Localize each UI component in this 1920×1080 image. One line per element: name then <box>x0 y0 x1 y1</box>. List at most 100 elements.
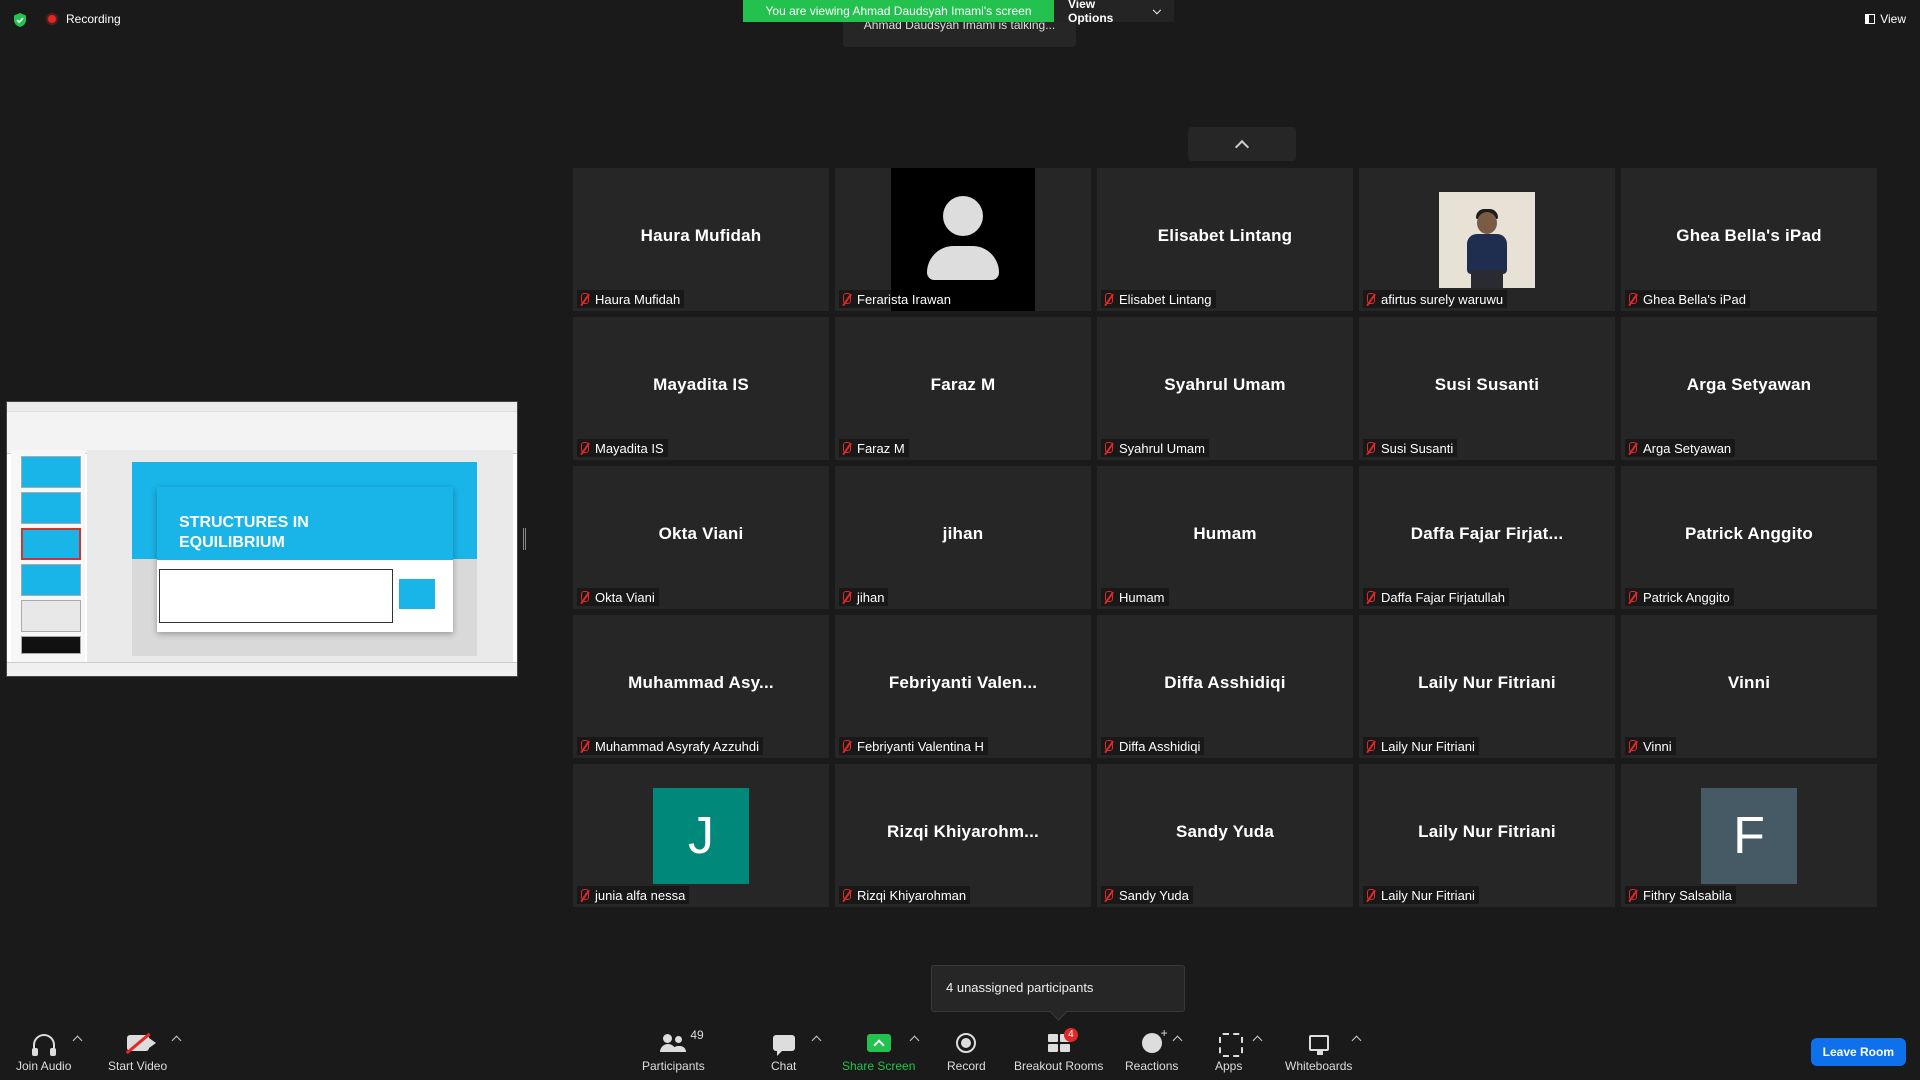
participants-icon <box>660 1034 686 1052</box>
muted-mic-icon <box>1103 292 1113 306</box>
participants-button[interactable]: 49 Participants <box>642 1028 705 1073</box>
apps-icon <box>1218 1033 1243 1057</box>
participant-tile[interactable]: Ghea Bella's iPad Ghea Bella's iPad <box>1621 168 1877 311</box>
participant-tile[interactable]: Elisabet Lintang Elisabet Lintang <box>1097 168 1353 311</box>
record-label: Record <box>947 1059 986 1073</box>
participant-tile[interactable]: Vinni Vinni <box>1621 615 1877 758</box>
whiteboards-options-caret-icon[interactable] <box>1351 1035 1362 1046</box>
participant-display-name: Humam <box>1193 524 1257 543</box>
initial-avatar: F <box>1701 788 1797 884</box>
participant-name: Elisabet Lintang <box>1119 291 1212 307</box>
join-audio-label: Join Audio <box>16 1059 72 1073</box>
slide-card: STRUCTURES IN EQUILIBRIUM <box>157 487 453 632</box>
muted-mic-icon <box>1627 292 1637 306</box>
participant-tile[interactable]: Patrick Anggito Patrick Anggito <box>1621 466 1877 609</box>
participant-tile[interactable]: Muhammad Asy... Muhammad Asyrafy Azzuhdi <box>573 615 829 758</box>
chevron-up-icon <box>1234 139 1250 155</box>
video-options-caret-icon[interactable] <box>171 1035 182 1046</box>
participant-grid: Haura Mufidah Haura Mufidah Ferarista Iraw… <box>573 168 1877 907</box>
chat-button[interactable]: Chat <box>771 1032 796 1073</box>
whiteboards-button[interactable]: Whiteboards <box>1285 1032 1352 1073</box>
participant-name-label: Febriyanti Valentina H <box>839 737 988 755</box>
participant-tile[interactable]: Haura Mufidah Haura Mufidah <box>573 168 829 311</box>
participant-name-label: Sandy Yuda <box>1101 886 1193 904</box>
participant-name-label: Syahrul Umam <box>1101 439 1209 457</box>
participant-tile[interactable]: Syahrul Umam Syahrul Umam <box>1097 317 1353 460</box>
share-screen-label: Share Screen <box>842 1059 916 1073</box>
participant-tile[interactable]: Diffa Asshidiqi Diffa Asshidiqi <box>1097 615 1353 758</box>
shared-screen[interactable]: STRUCTURES IN EQUILIBRIUM <box>6 401 518 677</box>
collapse-gallery-button[interactable] <box>1188 127 1296 161</box>
participant-name-label: Ferarista Irawan <box>839 290 955 308</box>
participant-tile[interactable]: Febriyanti Valen... Febriyanti Valentina … <box>835 615 1091 758</box>
participant-tile[interactable]: Laily Nur Fitriani Laily Nur Fitriani <box>1359 764 1615 907</box>
participant-display-name: Susi Susanti <box>1434 375 1540 394</box>
participant-name: Patrick Anggito <box>1643 589 1730 605</box>
muted-mic-icon <box>579 739 589 753</box>
chevron-down-icon <box>1153 5 1162 14</box>
slide-canvas: STRUCTURES IN EQUILIBRIUM <box>87 450 513 662</box>
participant-tile[interactable]: Ferarista Irawan <box>835 168 1091 311</box>
resize-handle[interactable] <box>523 528 526 550</box>
muted-mic-icon <box>841 292 851 306</box>
participants-count: 49 <box>690 1028 704 1042</box>
slide-thumbnail <box>21 564 81 596</box>
leave-room-button[interactable]: Leave Room <box>1810 1038 1906 1066</box>
breakout-rooms-button[interactable]: 4 Breakout Rooms <box>1014 1028 1104 1073</box>
participant-name-label: Fithry Salsabila <box>1625 886 1736 904</box>
participants-label: Participants <box>642 1059 705 1073</box>
view-button[interactable]: View <box>1865 12 1906 26</box>
view-options-button[interactable]: View Options <box>1054 0 1174 25</box>
participant-tile[interactable]: Rizqi Khiyarohm... Rizqi Khiyarohman <box>835 764 1091 907</box>
participant-tile[interactable]: jihan jihan <box>835 466 1091 609</box>
participant-name: Fithry Salsabila <box>1643 887 1732 903</box>
participant-tile[interactable]: Susi Susanti Susi Susanti <box>1359 317 1615 460</box>
participant-name: Laily Nur Fitriani <box>1381 738 1475 754</box>
reactions-button[interactable]: Reactions <box>1125 1026 1178 1073</box>
participant-name-label: Laily Nur Fitriani <box>1363 886 1479 904</box>
participant-name: Okta Viani <box>595 589 655 605</box>
recording-label: Recording <box>66 12 121 26</box>
audio-options-caret-icon[interactable] <box>72 1035 83 1046</box>
participant-name: Haura Mufidah <box>595 291 681 307</box>
participant-tile[interactable]: F Fithry Salsabila <box>1621 764 1877 907</box>
participant-display-name: Diffa Asshidiqi <box>1164 673 1286 692</box>
participant-name-label: Laily Nur Fitriani <box>1363 737 1479 755</box>
participant-name-label: Ghea Bella's iPad <box>1625 290 1750 308</box>
unassigned-participants-popup[interactable]: 4 unassigned participants <box>931 965 1185 1012</box>
breakout-rooms-label: Breakout Rooms <box>1014 1059 1104 1073</box>
reactions-icon <box>1141 1026 1168 1053</box>
participant-tile[interactable]: Okta Viani Okta Viani <box>573 466 829 609</box>
presentation-chart-icon <box>399 579 435 609</box>
participant-tile[interactable]: Mayadita IS Mayadita IS <box>573 317 829 460</box>
participant-name: Diffa Asshidiqi <box>1119 738 1201 754</box>
participant-tile[interactable]: Jjunia alfa nessa <box>573 764 829 907</box>
muted-mic-icon <box>841 590 851 604</box>
participant-tile[interactable]: afirtus surely waruwu <box>1359 168 1615 311</box>
apps-options-caret-icon[interactable] <box>1252 1035 1263 1046</box>
participant-tile[interactable]: Sandy Yuda Sandy Yuda <box>1097 764 1353 907</box>
participant-name-label: Rizqi Khiyarohman <box>839 886 971 904</box>
participant-tile[interactable]: Faraz M Faraz M <box>835 317 1091 460</box>
participant-name: afirtus surely waruwu <box>1381 291 1504 307</box>
shield-icon[interactable] <box>12 12 28 28</box>
join-audio-button[interactable]: Join Audio <box>16 1032 71 1073</box>
recording-dot-icon <box>46 13 58 25</box>
participant-name-label: Faraz M <box>839 439 909 457</box>
apps-button[interactable]: Apps <box>1215 1032 1243 1073</box>
profile-photo <box>1439 192 1535 288</box>
participant-name-label: jihan <box>839 588 889 606</box>
record-button[interactable]: Record <box>947 1032 986 1073</box>
view-label: View <box>1880 12 1906 26</box>
chat-options-caret-icon[interactable] <box>811 1035 822 1046</box>
participant-display-name: jihan <box>942 524 984 543</box>
share-screen-button[interactable]: Share Screen <box>842 1032 915 1073</box>
participant-tile[interactable]: Laily Nur Fitriani Laily Nur Fitriani <box>1359 615 1615 758</box>
recording-indicator[interactable]: Recording <box>46 12 121 26</box>
participant-display-name: Laily Nur Fitriani <box>1418 822 1556 841</box>
participant-tile[interactable]: Humam Humam <box>1097 466 1353 609</box>
participant-tile[interactable]: Daffa Fajar Firjat... Daffa Fajar Firjatu… <box>1359 466 1615 609</box>
muted-mic-icon <box>1627 441 1637 455</box>
start-video-button[interactable]: Start Video <box>108 1032 167 1073</box>
participant-tile[interactable]: Arga Setyawan Arga Setyawan <box>1621 317 1877 460</box>
